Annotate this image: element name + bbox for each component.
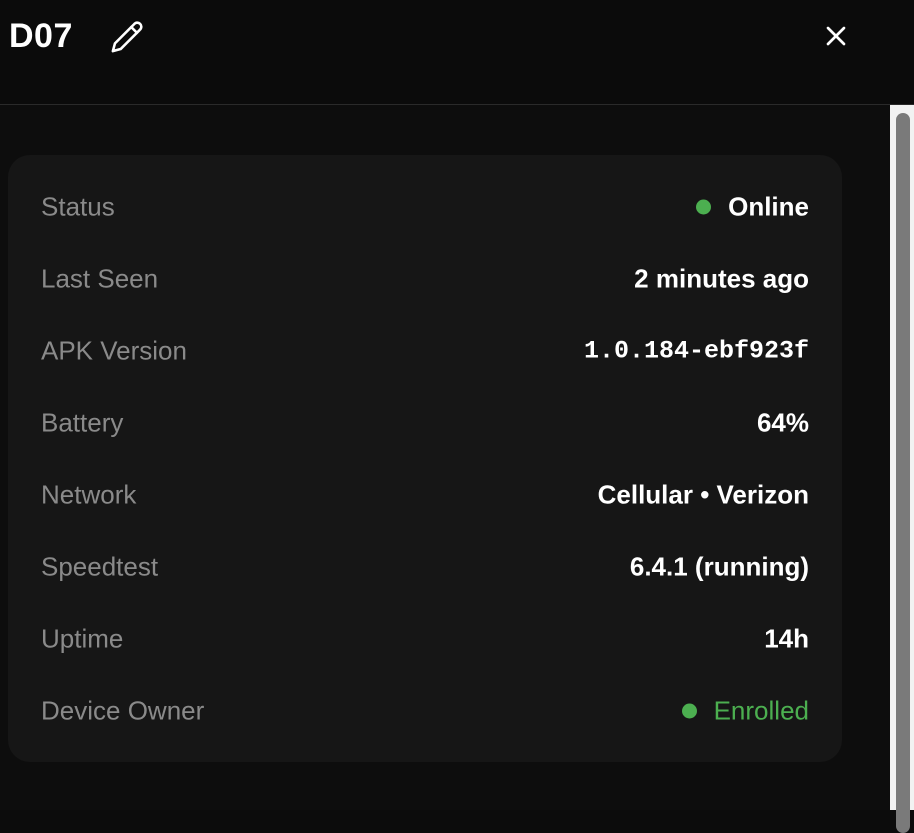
detail-row-status: Status Online xyxy=(8,171,842,243)
detail-row-network: Network Cellular • Verizon xyxy=(8,459,842,531)
detail-value: Cellular • Verizon xyxy=(597,479,809,510)
panel-content: Status Online Last Seen 2 minutes ago AP… xyxy=(0,105,890,810)
detail-row-speedtest: Speedtest 6.4.1 (running) xyxy=(8,531,842,603)
status-value: Online xyxy=(696,192,809,223)
device-details-card: Status Online Last Seen 2 minutes ago AP… xyxy=(8,155,842,762)
detail-label: Speedtest xyxy=(41,551,159,582)
detail-value: 64% xyxy=(756,407,809,438)
detail-label: Network xyxy=(41,479,137,510)
close-icon[interactable] xyxy=(820,20,852,52)
detail-row-uptime: Uptime 14h xyxy=(8,603,842,675)
detail-label: APK Version xyxy=(41,335,187,366)
detail-value: Online xyxy=(728,191,809,222)
detail-row-device-owner: Device Owner Enrolled xyxy=(8,675,842,747)
detail-value: 1.0.184-ebf923f xyxy=(583,336,809,366)
detail-label: Battery xyxy=(41,407,124,438)
detail-label: Last Seen xyxy=(41,263,159,294)
detail-label: Uptime xyxy=(41,623,124,654)
detail-label: Device Owner xyxy=(41,695,205,726)
pencil-icon[interactable] xyxy=(110,20,144,54)
detail-value: 2 minutes ago xyxy=(634,263,809,294)
status-dot-icon xyxy=(681,703,697,719)
detail-label: Status xyxy=(41,191,115,222)
detail-row-last-seen: Last Seen 2 minutes ago xyxy=(8,243,842,315)
scrollbar[interactable] xyxy=(890,105,914,833)
device-title: D07 xyxy=(9,17,73,55)
enrollment-value: Enrolled xyxy=(681,695,809,727)
status-dot-icon xyxy=(696,199,712,215)
detail-value: 14h xyxy=(764,623,809,654)
panel-header: D07 xyxy=(0,0,914,105)
detail-row-battery: Battery 64% xyxy=(8,387,842,459)
detail-value: Enrolled xyxy=(713,695,809,726)
detail-row-apk-version: APK Version 1.0.184-ebf923f xyxy=(8,315,842,387)
detail-value: 6.4.1 (running) xyxy=(629,551,809,582)
scrollbar-thumb[interactable] xyxy=(896,113,910,833)
